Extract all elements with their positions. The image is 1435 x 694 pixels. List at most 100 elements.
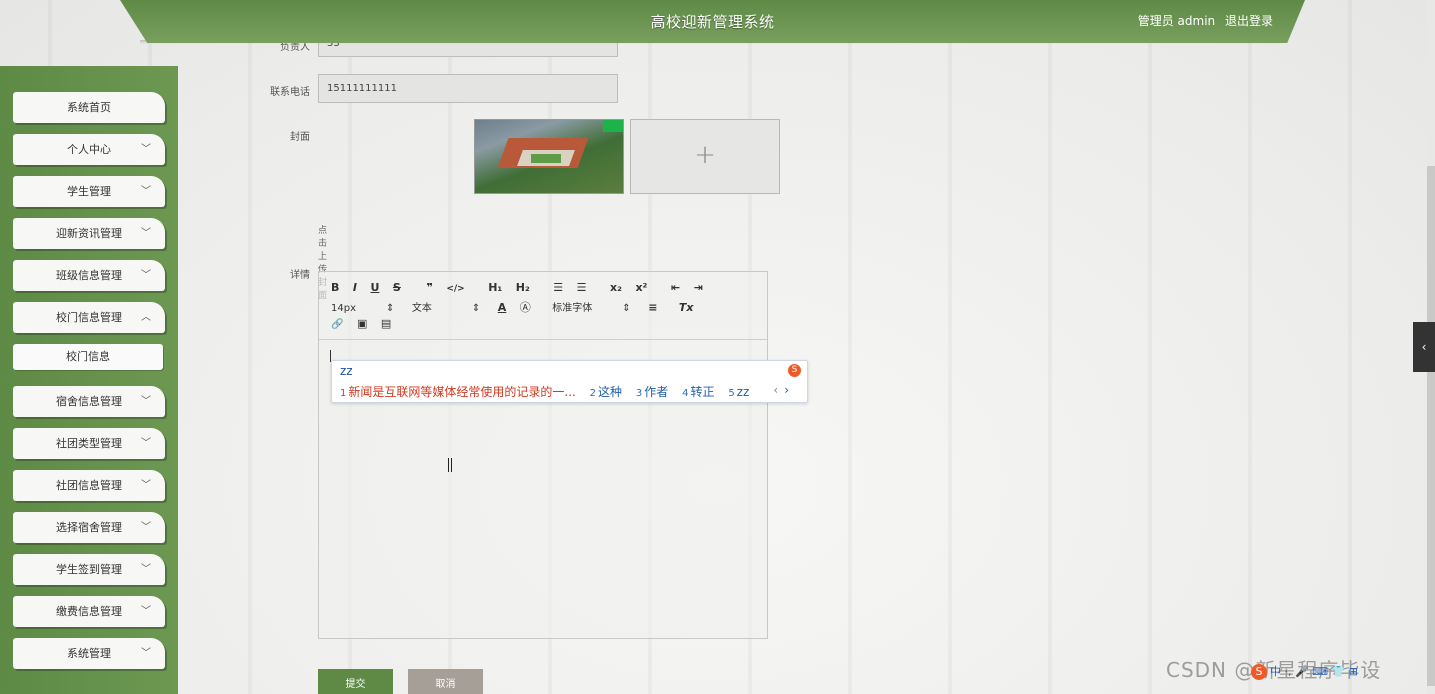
sidebar-item-clubs[interactable]: 社团信息管理 ﹀ bbox=[13, 470, 165, 501]
sidebar-item-payments[interactable]: 缴费信息管理 ﹀ bbox=[13, 596, 165, 627]
top-header: 高校迎新管理系统 管理员 admin 退出登录 bbox=[120, 0, 1305, 43]
font-family-value: 标准字体 bbox=[552, 303, 593, 314]
toolbar-row-2: 14px ⇕ 文本 ⇕ A Ⓐ 标准字体 ⇕ ≡ Tx bbox=[331, 299, 704, 315]
ordered-list-icon[interactable]: ☰ bbox=[553, 281, 563, 294]
sidebar-subitem-gate-info[interactable]: 校门信息 bbox=[13, 344, 163, 370]
chevron-left-icon[interactable]: ‹ bbox=[1413, 322, 1435, 372]
plus-icon: + bbox=[694, 140, 716, 170]
submit-button[interactable]: 提交 bbox=[318, 669, 393, 694]
sidebar-item-news[interactable]: 迎新资讯管理 ﹀ bbox=[13, 218, 165, 249]
indent-icon[interactable]: ⇥ bbox=[694, 281, 703, 294]
candidate-number: 4 bbox=[682, 388, 689, 399]
sidebar-item-gates[interactable]: 校门信息管理 ︿ bbox=[13, 302, 165, 333]
scrollbar-thumb[interactable] bbox=[1427, 166, 1435, 686]
ime-status-text: 中 ·, 🎤 ⌨ 👕 ⊞ bbox=[1270, 665, 1358, 678]
outdent-icon[interactable]: ⇤ bbox=[671, 281, 680, 294]
ime-candidate[interactable]: 4 转正 bbox=[682, 385, 714, 399]
blockquote-icon[interactable]: ❞ bbox=[426, 281, 432, 294]
candidate-text: zz bbox=[736, 385, 750, 399]
strikethrough-icon[interactable]: S bbox=[393, 281, 401, 294]
logout-link[interactable]: 退出登录 bbox=[1225, 14, 1273, 28]
sidebar-item-club-types[interactable]: 社团类型管理 ﹀ bbox=[13, 428, 165, 459]
heading2-icon[interactable]: H₂ bbox=[516, 281, 530, 294]
background-color-icon[interactable]: Ⓐ bbox=[520, 299, 531, 315]
text-cursor-icon bbox=[448, 458, 452, 472]
sports-field-shape bbox=[531, 154, 561, 163]
chevron-down-icon: ﹀ bbox=[141, 144, 151, 155]
clear-format-icon[interactable]: Tx bbox=[679, 301, 694, 314]
upload-cover-button[interactable]: + bbox=[630, 119, 780, 194]
superscript-icon[interactable]: x² bbox=[635, 281, 647, 294]
sidebar-item-label: 个人中心 bbox=[67, 143, 111, 156]
sogou-icon: S bbox=[1251, 664, 1267, 680]
sidebar-item-personal-center[interactable]: 个人中心 ﹀ bbox=[13, 134, 165, 165]
ime-status-bar[interactable]: S中 ·, 🎤 ⌨ 👕 ⊞ bbox=[1251, 663, 1358, 683]
site-title: 高校迎新管理系统 bbox=[650, 13, 775, 31]
ime-logo-icon: S bbox=[788, 364, 801, 377]
chevron-left-icon[interactable]: ‹ bbox=[773, 383, 778, 397]
align-icon[interactable]: ≡ bbox=[648, 301, 657, 314]
chevron-down-icon: ﹀ bbox=[141, 396, 151, 407]
sidebar-item-label: 缴费信息管理 bbox=[56, 605, 122, 618]
candidate-number: 1 bbox=[340, 388, 347, 399]
chevron-down-icon: ﹀ bbox=[141, 648, 151, 659]
sidebar-menu: 系统首页 个人中心 ﹀ 学生管理 ﹀ 迎新资讯管理 ﹀ 班级信息管理 ﹀ 校门信息管理 ︿… bbox=[13, 92, 165, 680]
sidebar-item-system[interactable]: 系统管理 ﹀ bbox=[13, 638, 165, 669]
bullet-list-icon[interactable]: ☰ bbox=[577, 281, 587, 294]
candidate-number: 5 bbox=[728, 388, 735, 399]
sidebar-item-dorms[interactable]: 宿舍信息管理 ﹀ bbox=[13, 386, 165, 417]
candidate-text: 转正 bbox=[690, 385, 715, 399]
font-color-icon[interactable]: A bbox=[498, 301, 507, 314]
chevron-down-icon: ﹀ bbox=[141, 522, 151, 533]
cover-image[interactable] bbox=[474, 119, 624, 194]
sidebar-item-label: 学生签到管理 bbox=[56, 563, 122, 576]
heading1-icon[interactable]: H₁ bbox=[488, 281, 502, 294]
link-icon[interactable]: 🔗 bbox=[331, 319, 343, 330]
sidebar-item-label: 社团信息管理 bbox=[56, 479, 122, 492]
chevron-up-icon: ︿ bbox=[141, 312, 151, 323]
sidebar-item-label: 社团类型管理 bbox=[56, 437, 122, 450]
rich-text-editor[interactable]: B I U S ❞ </> H₁ H₂ ☰ ☰ x₂ x² ⇤ ⇥ 14px ⇕ … bbox=[318, 271, 768, 639]
cancel-button[interactable]: 取消 bbox=[408, 669, 483, 694]
ime-candidate[interactable]: 3 作者 bbox=[636, 385, 668, 399]
sidebar-item-label: 迎新资讯管理 bbox=[56, 227, 122, 240]
font-family-select[interactable]: 标准字体 ⇕ bbox=[552, 299, 630, 314]
chevron-down-icon: ﹀ bbox=[141, 606, 151, 617]
font-size-select[interactable]: 14px ⇕ bbox=[331, 303, 394, 314]
code-icon[interactable]: </> bbox=[446, 284, 464, 294]
ime-candidate[interactable]: 2 这种 bbox=[590, 385, 622, 399]
candidate-text: 新闻是互联网等媒体经常使用的记录的一... bbox=[348, 385, 576, 399]
candidate-text: 这种 bbox=[598, 385, 623, 399]
bold-icon[interactable]: B bbox=[331, 281, 339, 294]
ime-candidate-popup: zz S 1 新闻是互联网等媒体经常使用的记录的一... 2 这种 3 作者 4 转正 … bbox=[331, 360, 808, 403]
sidebar-item-label: 宿舍信息管理 bbox=[56, 395, 122, 408]
video-icon[interactable]: ▤ bbox=[381, 317, 391, 330]
candidate-text: 作者 bbox=[644, 385, 669, 399]
sidebar-item-classes[interactable]: 班级信息管理 ﹀ bbox=[13, 260, 165, 291]
chevron-down-icon: ﹀ bbox=[141, 270, 151, 281]
underline-icon[interactable]: U bbox=[370, 281, 379, 294]
phone-field[interactable]: 15111111111 bbox=[318, 74, 618, 103]
subscript-icon[interactable]: x₂ bbox=[610, 281, 622, 294]
sidebar-item-label: 校门信息管理 bbox=[56, 311, 122, 324]
ime-candidate[interactable]: 5 zz bbox=[728, 385, 749, 399]
sidebar-item-students[interactable]: 学生管理 ﹀ bbox=[13, 176, 165, 207]
toolbar-row-3: 🔗 ▣ ▤ bbox=[331, 317, 401, 330]
detail-label: 详情 bbox=[290, 270, 310, 281]
sidebar-item-label: 系统管理 bbox=[67, 647, 111, 660]
editor-toolbar: B I U S ❞ </> H₁ H₂ ☰ ☰ x₂ x² ⇤ ⇥ 14px ⇕ … bbox=[319, 272, 767, 340]
image-icon[interactable]: ▣ bbox=[357, 317, 367, 330]
sidebar-item-checkin[interactable]: 学生签到管理 ﹀ bbox=[13, 554, 165, 585]
cover-label: 封面 bbox=[290, 132, 310, 143]
toolbar-row-1: B I U S ❞ </> H₁ H₂ ☰ ☰ x₂ x² ⇤ ⇥ bbox=[331, 281, 713, 294]
chevron-down-icon: ﹀ bbox=[141, 228, 151, 239]
sidebar-item-home[interactable]: 系统首页 bbox=[13, 92, 165, 123]
sidebar-item-label: 学生管理 bbox=[67, 185, 111, 198]
italic-icon[interactable]: I bbox=[353, 281, 357, 294]
text-type-select[interactable]: 文本 ⇕ bbox=[412, 299, 480, 314]
ime-candidate[interactable]: 1 新闻是互联网等媒体经常使用的记录的一... bbox=[340, 385, 576, 399]
chevron-down-icon: ﹀ bbox=[141, 438, 151, 449]
chevron-right-icon[interactable]: › bbox=[784, 383, 789, 397]
sidebar-item-dorm-selection[interactable]: 选择宿舍管理 ﹀ bbox=[13, 512, 165, 543]
phone-label: 联系电话 bbox=[270, 87, 310, 98]
